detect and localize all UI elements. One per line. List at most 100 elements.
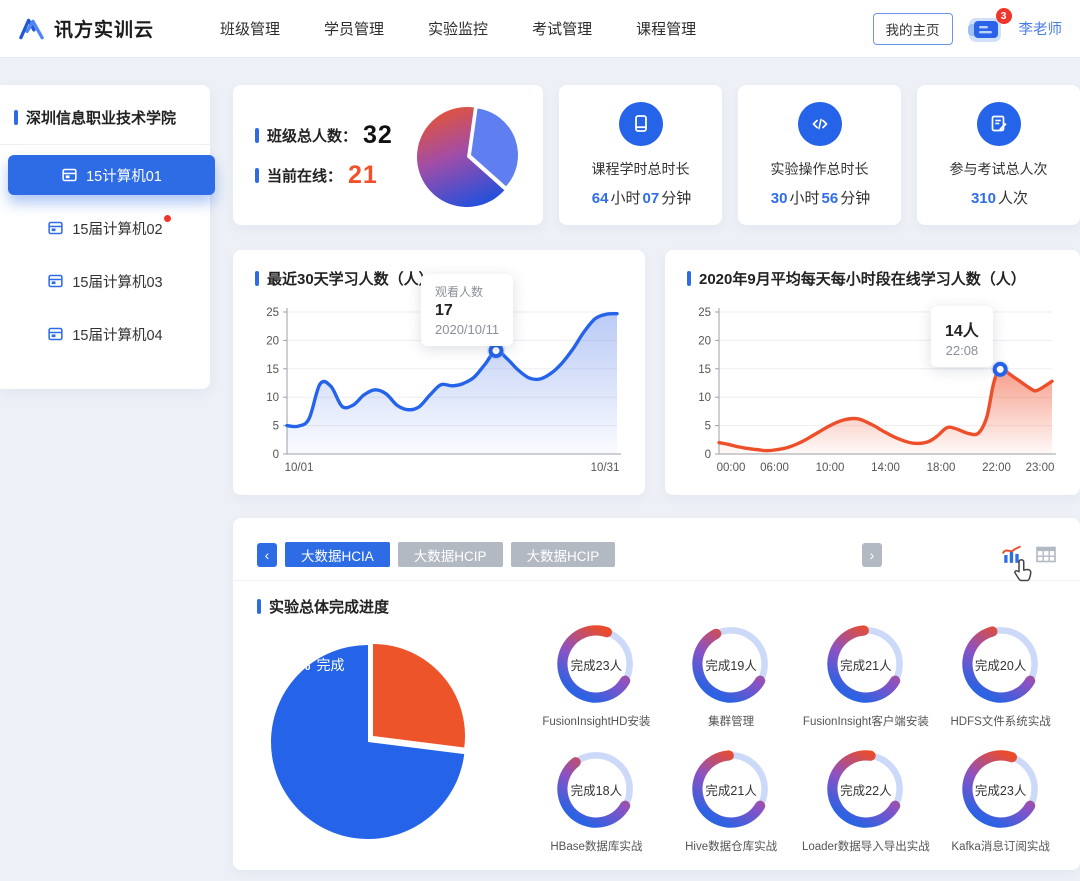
nav-item-0[interactable]: 班级管理	[220, 18, 280, 39]
progress-section-title: 实验总体完成进度	[257, 596, 389, 617]
svg-text:10:00: 10:00	[816, 462, 845, 474]
donut-label: Loader数据导入导出实战	[802, 838, 930, 854]
divider	[0, 144, 210, 145]
sidebar-item-class-3[interactable]: 15届计算机04	[0, 314, 210, 354]
svg-text:5: 5	[705, 421, 711, 433]
svg-text:20: 20	[698, 335, 711, 347]
svg-text:0: 0	[273, 449, 279, 461]
class-online-pie-chart[interactable]	[413, 97, 525, 213]
donut-label: FusionInsightHD安装	[542, 713, 650, 729]
top-nav-bar: 讯方实训云 班级管理学员管理实验监控考试管理课程管理 我的主页 3 李老师	[0, 0, 1080, 57]
class-stats-card: 班级总人数： 32 当前在线： 21	[233, 85, 543, 225]
tabs-prev-button[interactable]: ‹	[257, 543, 277, 567]
main-nav: 班级管理 学员管理 实验监控 考试管理 课程管理	[220, 18, 696, 39]
book-icon	[629, 112, 653, 136]
online-students-label: 当前在线：	[267, 165, 342, 186]
tabs-next-button[interactable]: ›	[862, 543, 882, 567]
donut-label: Kafka消息订阅实战	[951, 838, 1049, 854]
svg-text:18:00: 18:00	[927, 462, 956, 474]
svg-text:25: 25	[266, 307, 279, 319]
metric-card-0: 课程学时总时长64小时07分钟	[559, 85, 722, 225]
experiment-donut-3[interactable]: 完成20人 HDFS文件系统实战	[933, 622, 1068, 729]
svg-text:10: 10	[698, 392, 711, 404]
class-icon	[47, 220, 64, 236]
donut-center-value: 完成18人	[554, 747, 638, 831]
svg-text:23:00: 23:00	[1026, 462, 1055, 474]
donut-label: HBase数据库实战	[550, 838, 642, 854]
title-bar-accent	[255, 271, 259, 286]
hourly-online-area-chart[interactable]: 051015202500:0006:0010:0014:0018:0022:00…	[687, 302, 1058, 482]
logo-icon	[18, 17, 45, 41]
study-30d-chart-card: 最近30天学习人数（人） 051015202510/0110/31 观看人数 1…	[233, 250, 645, 495]
exam-icon	[987, 112, 1011, 136]
sidebar-item-label: 15届计算机04	[72, 324, 162, 345]
donut-center-value: 完成21人	[689, 747, 773, 831]
class-icon	[61, 167, 78, 183]
total-students-label: 班级总人数：	[267, 125, 357, 146]
title-bar-accent	[257, 599, 261, 614]
user-name[interactable]: 李老师	[1019, 18, 1063, 39]
donut-label: Hive数据仓库实战	[685, 838, 777, 854]
hourly-online-chart-card: 2020年9月平均每天每小时段在线学习人数（人） 0 5 10 15 20 25 00:00…	[665, 250, 1080, 495]
experiment-donut-2[interactable]: 完成21人FusionInsight客户端安装	[799, 622, 934, 729]
overall-progress-label: 73 % 完成	[267, 646, 345, 677]
school-name: 深圳信息职业技术学院	[0, 85, 210, 144]
donut-center-value: 完成20人	[959, 622, 1043, 706]
class-sidebar: 深圳信息职业技术学院 15计算机01 15届计算机02 15届计算机03 15届计算机…	[0, 85, 210, 389]
donut-label: FusionInsight客户端安装	[803, 713, 929, 729]
svg-text:00:00: 00:00	[717, 462, 746, 474]
table-view-icon[interactable]	[1036, 546, 1056, 563]
donut-center-value: 完成19人	[689, 622, 773, 706]
title-bar-accent	[255, 168, 259, 183]
tab-course-0[interactable]: 大数据HCIA	[285, 542, 390, 567]
experiment-donut-0[interactable]: 完成23人 FusionInsightHD安装	[529, 622, 664, 729]
notification-badge[interactable]: 3	[996, 8, 1012, 24]
experiment-donut-1[interactable]: 完成19人集群管理	[664, 622, 799, 729]
class-icon	[47, 326, 64, 342]
sidebar-item-class-0[interactable]: 15计算机01	[8, 155, 215, 195]
hourly-online-tooltip: 14人 22:08	[931, 306, 993, 367]
svg-text:10: 10	[266, 392, 279, 404]
tab-course-2[interactable]: 大数据HCIP	[511, 542, 616, 567]
hourly-online-title: 2020年9月平均每天每小时段在线学习人数（人）	[687, 268, 1058, 289]
svg-text:14:00: 14:00	[871, 462, 900, 474]
svg-text:25: 25	[698, 307, 711, 319]
metric-title: 课程学时总时长	[592, 159, 690, 179]
svg-text:06:00: 06:00	[760, 462, 789, 474]
metric-card-2: 参与考试总人次310人次	[917, 85, 1080, 225]
title-bar-accent	[255, 128, 259, 143]
tab-course-1[interactable]: 大数据HCIP	[398, 542, 503, 567]
avatar[interactable]: 3	[967, 14, 1005, 44]
class-icon	[47, 273, 64, 289]
course-tabs: ‹ 大数据HCIA 大数据HCIP 大数据HCIP ›	[257, 542, 1056, 567]
alert-dot	[164, 215, 171, 222]
experiment-donut-4[interactable]: 完成18人 HBase数据库实战	[529, 747, 664, 854]
experiment-donut-5[interactable]: 完成21人 Hive数据仓库实战	[664, 747, 799, 854]
experiment-progress-card: ‹ 大数据HCIA 大数据HCIP 大数据HCIP ›	[233, 518, 1080, 870]
donut-label: 集群管理	[708, 713, 754, 729]
sidebar-item-label: 15届计算机03	[72, 271, 162, 292]
donut-center-value: 完成23人	[554, 622, 638, 706]
metric-card-1: 实验操作总时长30小时56分钟	[738, 85, 901, 225]
code-icon	[808, 112, 832, 136]
svg-text:20: 20	[266, 335, 279, 347]
sidebar-item-class-2[interactable]: 15届计算机03	[0, 261, 210, 301]
nav-item-4[interactable]: 课程管理	[636, 18, 696, 39]
sidebar-item-label: 15届计算机02	[72, 218, 162, 239]
my-home-button[interactable]: 我的主页	[873, 13, 953, 45]
nav-item-1[interactable]: 学员管理	[324, 18, 384, 39]
experiment-donut-7[interactable]: 完成23人Kafka消息订阅实战	[933, 747, 1068, 854]
svg-text:15: 15	[266, 364, 279, 376]
divider	[233, 580, 1080, 581]
sidebar-item-class-1[interactable]: 15届计算机02	[0, 208, 210, 248]
experiment-donut-grid: 完成23人FusionInsightHD安装完成19人集群管理完成21人Fusi…	[529, 622, 1068, 854]
svg-text:0: 0	[705, 449, 711, 461]
sidebar-item-label: 15计算机01	[86, 165, 162, 186]
metric-icon-circle	[798, 102, 842, 146]
svg-text:15: 15	[698, 364, 711, 376]
total-students-value: 32	[363, 121, 393, 150]
nav-item-2[interactable]: 实验监控	[428, 18, 488, 39]
donut-label: HDFS文件系统实战	[950, 713, 1050, 729]
nav-item-3[interactable]: 考试管理	[532, 18, 592, 39]
experiment-donut-6[interactable]: 完成22人Loader数据导入导出实战	[799, 747, 934, 854]
